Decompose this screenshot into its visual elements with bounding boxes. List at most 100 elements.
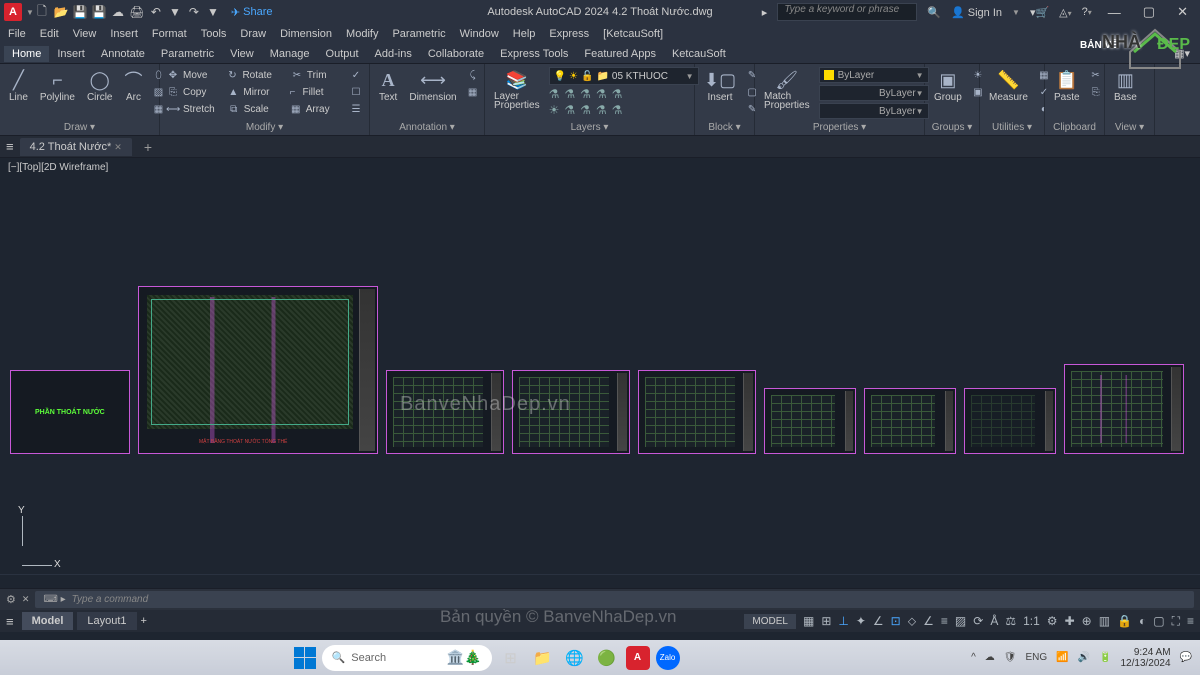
zalo-icon[interactable]: Zalo <box>656 646 680 670</box>
move-icon[interactable]: ✥ <box>166 70 180 81</box>
command-input[interactable]: ⌨ ▸ Type a command <box>35 591 1194 608</box>
search-icon[interactable]: 🔍 <box>927 6 941 19</box>
windows-start-button[interactable] <box>294 647 316 669</box>
menu-format[interactable]: Format <box>152 28 187 40</box>
menu-express[interactable]: Express <box>549 28 589 40</box>
mirror-label[interactable]: Mirror <box>243 87 269 98</box>
arc-button[interactable]: ⌒Arc <box>122 67 146 105</box>
tray-clock[interactable]: 9:24 AM 12/13/2024 <box>1121 647 1171 669</box>
menu-help[interactable]: Help <box>513 28 536 40</box>
undo-icon[interactable]: ↶ <box>148 4 164 20</box>
layer-tool-2[interactable]: ⚗ <box>564 87 575 101</box>
layer-tool-7[interactable]: ⚗ <box>564 103 575 117</box>
layout-menu-icon[interactable]: ≡ <box>6 614 14 629</box>
fillet-label[interactable]: Fillet <box>302 87 323 98</box>
menu-window[interactable]: Window <box>460 28 499 40</box>
search-expand-icon[interactable]: ▸ <box>762 6 768 19</box>
saveas-icon[interactable]: 💾 <box>91 4 107 20</box>
autodesk-apps-icon[interactable]: ◬▾ <box>1059 6 1071 19</box>
sheet-axo[interactable] <box>1064 364 1184 454</box>
app-menu-caret[interactable]: ▼ <box>26 8 34 17</box>
match-properties-button[interactable]: 🖌Match Properties <box>761 67 813 112</box>
fillet-icon[interactable]: ⌐ <box>285 87 299 98</box>
annotation-monitor-icon[interactable]: ✚ <box>1065 614 1075 628</box>
layer-tool-8[interactable]: ⚗ <box>580 103 591 117</box>
tab-annotate[interactable]: Annotate <box>93 46 153 62</box>
tab-home[interactable]: Home <box>4 46 49 62</box>
undo-caret[interactable]: ▼ <box>167 4 183 20</box>
measure-button[interactable]: 📏Measure <box>986 67 1031 105</box>
menu-edit[interactable]: Edit <box>40 28 59 40</box>
menu-modify[interactable]: Modify <box>346 28 378 40</box>
hscroll-area[interactable] <box>0 574 1200 588</box>
tab-featured-apps[interactable]: Featured Apps <box>576 46 664 62</box>
chrome-icon[interactable]: 🟢 <box>594 645 620 671</box>
3dosnap-icon[interactable]: ⬦ <box>908 614 916 629</box>
circle-button[interactable]: ◯Circle <box>84 67 116 105</box>
app-logo[interactable]: A <box>4 3 22 21</box>
move-label[interactable]: Move <box>183 70 207 81</box>
lineweight-icon[interactable]: ≡ <box>941 614 948 628</box>
help-search-input[interactable]: Type a keyword or phrase <box>777 3 917 21</box>
ortho-icon[interactable]: ⊥ <box>838 614 848 628</box>
menu-insert[interactable]: Insert <box>110 28 138 40</box>
tray-security-icon[interactable]: 🛡 <box>1004 652 1017 663</box>
leader-icon[interactable]: ⤹ <box>466 67 480 83</box>
panel-draw-title[interactable]: Draw ▾ <box>6 121 153 133</box>
array-icon[interactable]: ▦ <box>289 104 303 115</box>
status-model-indicator[interactable]: MODEL <box>744 614 796 629</box>
layer-tool-6[interactable]: ☀ <box>549 103 560 117</box>
tab-insert[interactable]: Insert <box>49 46 93 62</box>
redo-caret[interactable]: ▼ <box>205 4 221 20</box>
panel-view-title[interactable]: View ▾ <box>1111 121 1148 133</box>
menu-tools[interactable]: Tools <box>201 28 227 40</box>
add-layout-button[interactable]: + <box>141 615 147 627</box>
menu-draw[interactable]: Draw <box>240 28 266 40</box>
tab-output[interactable]: Output <box>318 46 367 62</box>
task-view-icon[interactable]: ⊞ <box>498 645 524 671</box>
plot-icon[interactable]: 🖨 <box>129 4 145 20</box>
dimension-button[interactable]: ⟷Dimension <box>406 67 459 105</box>
tab-collaborate[interactable]: Collaborate <box>420 46 492 62</box>
panel-block-title[interactable]: Block ▾ <box>701 121 748 133</box>
lineweight-dropdown[interactable]: ByLayer▼ <box>819 85 929 101</box>
panel-annotation-title[interactable]: Annotation ▾ <box>376 121 478 133</box>
doc-tabs-menu-icon[interactable]: ≡ <box>6 139 14 154</box>
tray-chevron-icon[interactable]: ^ <box>971 652 976 663</box>
osnap-icon[interactable]: ⊡ <box>891 614 901 628</box>
rotate-icon[interactable]: ↻ <box>225 70 239 81</box>
document-tab-active[interactable]: 4.2 Thoát Nước* ✕ <box>20 138 132 156</box>
tab-parametric[interactable]: Parametric <box>153 46 222 62</box>
hardware-accel-icon[interactable]: ▢ <box>1153 614 1164 628</box>
save-icon[interactable]: 💾 <box>72 4 88 20</box>
help-icon[interactable]: ?▾ <box>1082 6 1092 18</box>
layer-tool-9[interactable]: ⚗ <box>596 103 607 117</box>
array-label[interactable]: Array <box>306 104 330 115</box>
mirror-icon[interactable]: ▲ <box>226 87 240 98</box>
tray-lang[interactable]: ENG <box>1025 652 1047 663</box>
scale-label[interactable]: Scale <box>244 104 269 115</box>
sheet-floor-3[interactable] <box>638 370 756 454</box>
new-icon[interactable]: 🗋 <box>34 4 50 20</box>
cloud-save-icon[interactable]: ☁ <box>110 4 126 20</box>
copy-label[interactable]: Copy <box>183 87 206 98</box>
copy-clip-icon[interactable]: ⎘ <box>1089 84 1103 100</box>
explorer-icon[interactable]: 📁 <box>530 645 556 671</box>
annomon-icon[interactable]: Å <box>990 614 998 628</box>
new-doc-tab[interactable]: + <box>138 139 158 155</box>
sheet-floor-1[interactable] <box>386 370 504 454</box>
open-icon[interactable]: 📂 <box>53 4 69 20</box>
edge-icon[interactable]: 🌐 <box>562 645 588 671</box>
share-button[interactable]: ✈ Share <box>231 6 273 19</box>
lock-ui-icon[interactable]: 🔒 <box>1117 614 1132 628</box>
tab-view[interactable]: View <box>222 46 262 62</box>
menu-view[interactable]: View <box>73 28 97 40</box>
transparency-icon[interactable]: ▨ <box>955 614 966 628</box>
layer-dropdown[interactable]: 💡☀🔓📁05 KTHUOC▼ <box>549 67 699 85</box>
isolate-icon[interactable]: ◐ <box>1139 614 1146 628</box>
tab-ketcausoft[interactable]: KetcauSoft <box>664 46 734 62</box>
tab-close-icon[interactable]: ✕ <box>114 142 122 152</box>
scale-icon[interactable]: ⧉ <box>227 104 241 115</box>
autocad-taskbar-icon[interactable]: A <box>626 646 650 670</box>
insert-button[interactable]: ⬇▢Insert <box>701 67 739 105</box>
